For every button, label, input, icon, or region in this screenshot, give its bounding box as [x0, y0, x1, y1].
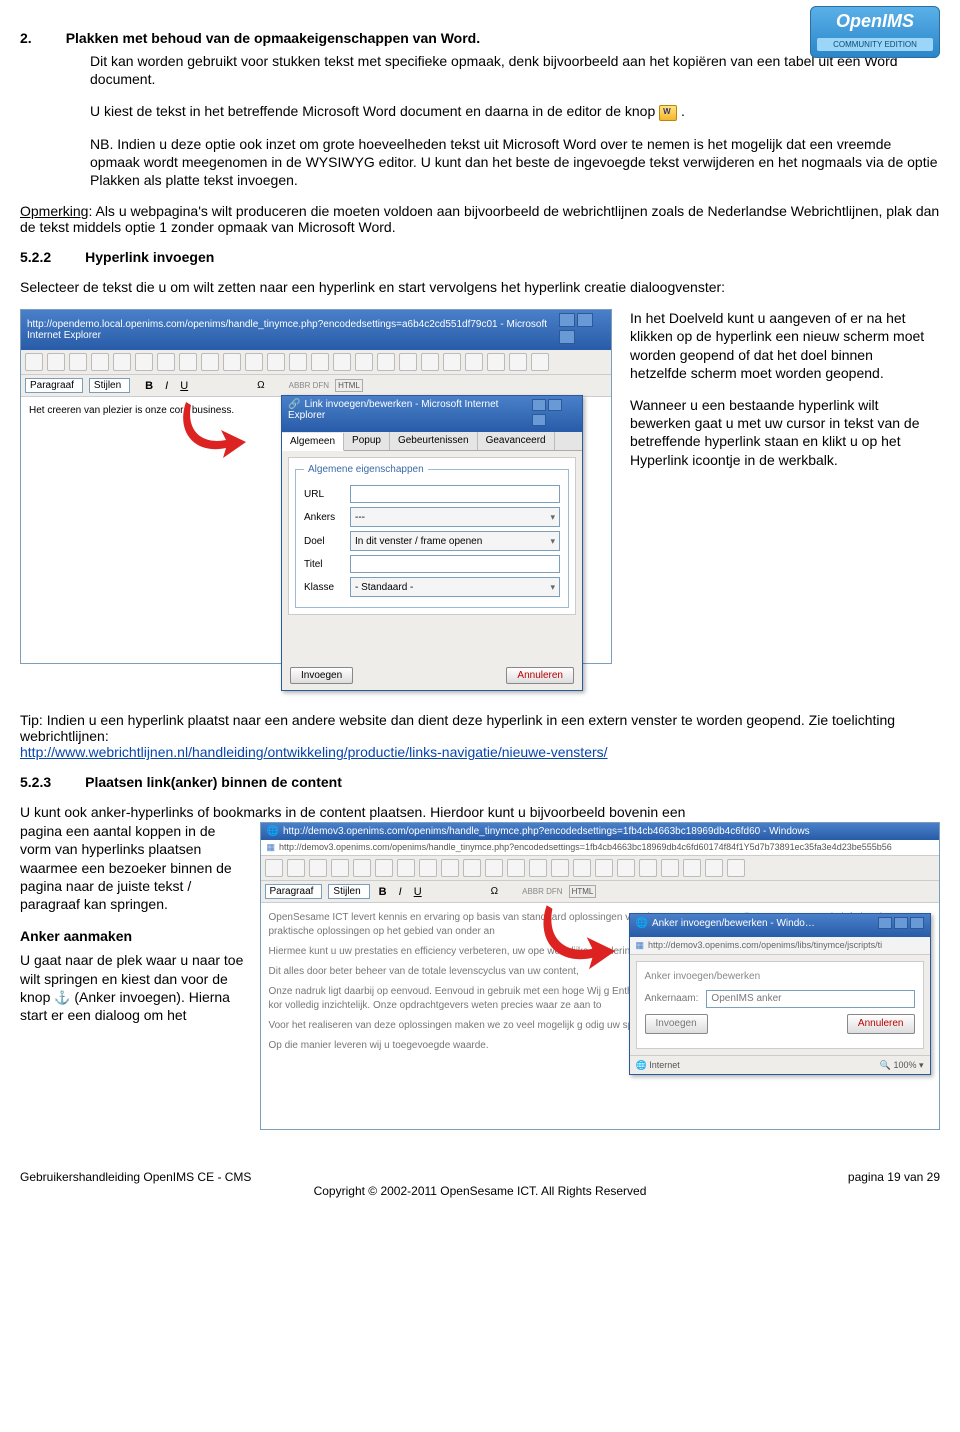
para: In het Doelveld kunt u aangeven of er na… — [630, 309, 930, 382]
footer-copyright: Copyright © 2002-2011 OpenSesame ICT. Al… — [20, 1184, 940, 1198]
tip-para: Tip: Indien u een hyperlink plaatst naar… — [20, 712, 940, 760]
invoegen-button[interactable]: Invoegen — [645, 1014, 708, 1034]
window-buttons — [557, 313, 605, 347]
input-ankernaam[interactable]: OpenIMS anker — [706, 990, 914, 1008]
opmerking-label: Opmerking — [20, 203, 88, 219]
tip-link[interactable]: http://www.webrichtlijnen.nl/handleiding… — [20, 744, 608, 760]
label-doel: Doel — [304, 536, 350, 547]
arrow-icon — [541, 903, 621, 983]
anker-dialog: 🌐Anker invoegen/bewerken - Windo… ▦http:… — [629, 913, 931, 1075]
para: Wanneer u een bestaande hyperlink wilt b… — [630, 396, 930, 469]
editor-toolbar-2: Paragraaf Stijlen BIU Ω ABBR DFNHTML — [261, 881, 940, 903]
heading-523: 5.2.3 Plaatsen link(anker) binnen de con… — [20, 774, 940, 790]
editor-toolbar-2: Paragraaf Stijlen BIU Ω ABBR DFNHTML — [21, 375, 611, 397]
editor-body: Het creeren van plezier is onze core bus… — [21, 397, 611, 663]
aside-left: pagina een aantal koppen in de vorm van … — [20, 822, 250, 1038]
para: U kunt ook anker-hyperlinks of bookmarks… — [20, 804, 940, 820]
tab-gebeurtenissen[interactable]: Gebeurtenissen — [390, 432, 478, 450]
heading-title: Plaatsen link(anker) binnen de content — [85, 774, 342, 790]
footer-left: Gebruikershandleiding OpenIMS CE - CMS — [20, 1170, 251, 1184]
select-klasse[interactable]: - Standaard - — [350, 577, 560, 597]
label-url: URL — [304, 489, 350, 500]
format-paragraaf[interactable]: Paragraaf — [25, 378, 83, 393]
heading-522: 5.2.2 Hyperlink invoegen — [20, 249, 940, 265]
dialog-statusbar: 🌐 Internet 🔍 100% ▾ — [630, 1055, 930, 1075]
para: U gaat naar de plek waar u naar toe wilt… — [20, 951, 250, 1024]
window-buttons — [876, 917, 924, 934]
page-footer: Gebruikershandleiding OpenIMS CE - CMS p… — [20, 1170, 940, 1184]
text: . — [681, 103, 685, 119]
dialog-title: Anker invoegen/bewerken - Windo… — [652, 918, 815, 929]
para: pagina een aantal koppen in de vorm van … — [20, 822, 250, 913]
list-num: 2. — [20, 30, 32, 46]
label-ankers: Ankers — [304, 512, 350, 523]
list-item-2: 2. Plakken met behoud van de opmaakeigen… — [20, 30, 940, 46]
subheading: Anker aanmaken — [20, 927, 250, 945]
dialog-title: Link invoegen/bewerken - Microsoft Inter… — [288, 399, 498, 421]
editor-toolbar-1 — [21, 350, 611, 375]
note-nb: NB. Indien u deze optie ook inzet om gro… — [90, 135, 940, 190]
screenshot-anker: 🌐http://demov3.openims.com/openims/handl… — [260, 822, 941, 1130]
input-titel[interactable] — [350, 555, 560, 573]
logo-sub: COMMUNITY EDITION — [817, 38, 933, 51]
annuleren-button[interactable]: Annuleren — [847, 1014, 915, 1034]
window-title: http://opendemo.local.openims.com/openim… — [27, 319, 557, 341]
fieldset-legend: Algemene eigenschappen — [304, 464, 428, 475]
dialog-address: ▦http://demov3.openims.com/openims/libs/… — [630, 937, 930, 955]
tab-geavanceerd[interactable]: Geavanceerd — [478, 432, 555, 450]
format-stijlen[interactable]: Stijlen — [328, 884, 369, 899]
logo-brand: OpenIMS — [811, 11, 939, 32]
dialog-footer: Invoegen Annuleren — [282, 661, 582, 690]
label-titel: Titel — [304, 559, 350, 570]
label-klasse: Klasse — [304, 582, 350, 593]
para: Selecteer de tekst die u om wilt zetten … — [20, 279, 940, 295]
paste-word-icon — [659, 105, 677, 121]
tab-algemeen[interactable]: Algemeen — [282, 433, 344, 451]
address-bar: ▦http://demov3.openims.com/openims/handl… — [261, 840, 940, 856]
logo-badge: OpenIMS COMMUNITY EDITION — [810, 6, 940, 58]
screenshot-editor: http://opendemo.local.openims.com/openim… — [20, 309, 612, 664]
footer-right: pagina 19 van 29 — [848, 1170, 940, 1184]
label-ankernaam: Ankernaam: — [645, 992, 699, 1006]
para: U kiest de tekst in het betreffende Micr… — [90, 102, 940, 120]
arrow-icon — [181, 400, 251, 470]
group-title: Anker invoegen/bewerken — [645, 970, 915, 984]
url: http://demov3.openims.com/openims/handle… — [279, 842, 892, 852]
para-opmerking: Opmerking: Als u webpagina's wilt produc… — [20, 203, 940, 235]
format-paragraaf[interactable]: Paragraaf — [265, 884, 323, 899]
window-buttons — [530, 399, 576, 429]
aside-text: In het Doelveld kunt u aangeven of er na… — [630, 309, 930, 483]
select-doel[interactable]: In dit venster / frame openen — [350, 531, 560, 551]
link-dialog: 🔗Link invoegen/bewerken - Microsoft Inte… — [281, 395, 583, 691]
dialog-body: Algemene eigenschappen URL Ankers--- Doe… — [288, 457, 576, 615]
select-ankers[interactable]: --- — [350, 507, 560, 527]
window-titlebar: http://opendemo.local.openims.com/openim… — [21, 310, 611, 350]
tab-popup[interactable]: Popup — [344, 432, 390, 450]
format-stijlen[interactable]: Stijlen — [89, 378, 130, 393]
dialog-titlebar: 🔗Link invoegen/bewerken - Microsoft Inte… — [282, 396, 582, 432]
heading-num: 5.2.2 — [20, 249, 51, 265]
anchor-icon: ⚓ — [54, 990, 70, 1007]
text: U kiest de tekst in het betreffende Micr… — [90, 103, 659, 119]
editor-body: OpenSesame ICT levert kennis en ervaring… — [261, 903, 940, 1129]
figure-523: pagina een aantal koppen in de vorm van … — [20, 822, 940, 1130]
heading-title: Hyperlink invoegen — [85, 249, 214, 265]
window-titlebar: 🌐http://demov3.openims.com/openims/handl… — [261, 823, 940, 840]
dialog-tabs: Algemeen Popup Gebeurtenissen Geavanceer… — [282, 432, 582, 451]
list-title: Plakken met behoud van de opmaakeigensch… — [66, 30, 480, 46]
invoegen-button[interactable]: Invoegen — [290, 667, 353, 684]
dialog-body: Anker invoegen/bewerken Ankernaam: OpenI… — [636, 961, 924, 1049]
heading-num: 5.2.3 — [20, 774, 51, 790]
figure-522: http://opendemo.local.openims.com/openim… — [20, 309, 940, 664]
dialog-titlebar: 🌐Anker invoegen/bewerken - Windo… — [630, 914, 930, 937]
editor-toolbar-1 — [261, 856, 940, 881]
annuleren-button[interactable]: Annuleren — [506, 667, 574, 684]
input-url[interactable] — [350, 485, 560, 503]
text: Tip: Indien u een hyperlink plaatst naar… — [20, 712, 895, 744]
text: : Als u webpagina's wilt produceren die … — [20, 203, 939, 235]
window-title: http://demov3.openims.com/openims/handle… — [283, 826, 810, 837]
